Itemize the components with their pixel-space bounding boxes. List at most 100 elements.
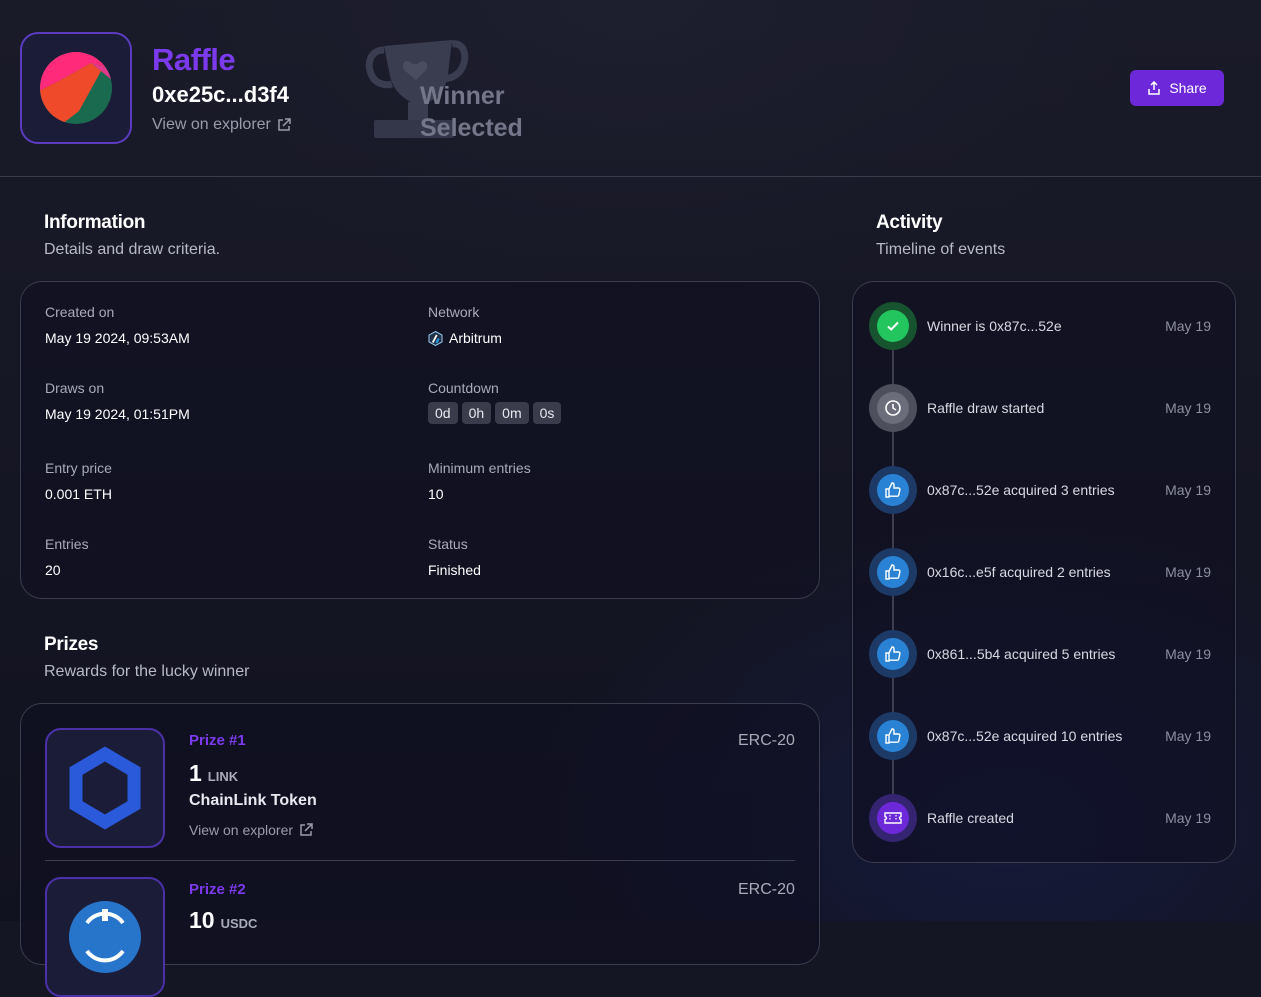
timeline-event: Winner is 0x87c...52e May 19	[869, 302, 1211, 350]
timeline-event: Raffle created May 19	[869, 794, 1211, 842]
information-subtitle: Details and draw criteria.	[44, 241, 221, 258]
entry-price-field: Entry price 0.001 ETH	[45, 460, 112, 502]
usdc-icon	[69, 901, 141, 973]
entry-price-label: Entry price	[45, 460, 112, 476]
activity-title: Activity	[876, 212, 943, 233]
event-text: Raffle draw started	[927, 400, 1045, 416]
status-value: Finished	[428, 562, 481, 578]
event-date: May 19	[1165, 646, 1211, 662]
countdown-label: Countdown	[428, 380, 499, 396]
event-icon-ring	[869, 712, 917, 760]
minimum-entries-value: 10	[428, 486, 444, 502]
prize-1-unit: LINK	[207, 769, 239, 784]
draws-on-value: May 19 2024, 01:51PM	[45, 406, 190, 422]
prize-2-number: Prize #2	[189, 881, 246, 898]
raffle-logo	[20, 32, 132, 144]
prize-divider	[45, 860, 795, 861]
prizes-subtitle: Rewards for the lucky winner	[44, 663, 250, 680]
entries-field: Entries 20	[45, 536, 89, 578]
status-field: Status Finished	[428, 536, 481, 578]
network-field: Network Arbitrum	[428, 304, 502, 346]
clock-icon	[877, 392, 909, 424]
event-icon-ring	[869, 302, 917, 350]
prize-1-amount: 1 LINK	[189, 760, 238, 787]
event-date: May 19	[1165, 318, 1211, 334]
prize-2-amount-value: 10	[189, 907, 215, 933]
page-title: Raffle	[152, 42, 236, 77]
prize-2-token-logo	[45, 877, 165, 997]
prize-1-name: ChainLink Token	[189, 792, 317, 809]
timeline-event: 0x87c...52e acquired 10 entries May 19	[869, 712, 1211, 760]
status-label: Status	[428, 536, 468, 552]
countdown-minutes: 0m	[495, 402, 529, 424]
event-icon-ring	[869, 548, 917, 596]
prize-2-type: ERC-20	[738, 881, 795, 898]
prize-1-amount-value: 1	[189, 760, 202, 786]
external-link-icon	[300, 823, 313, 836]
event-date: May 19	[1165, 564, 1211, 580]
created-on-field: Created on May 19 2024, 09:53AM	[45, 304, 190, 346]
countdown-hours: 0h	[461, 402, 492, 424]
thumbs-up-icon	[877, 474, 909, 506]
timeline-event: 0x87c...52e acquired 3 entries May 19	[869, 466, 1211, 514]
ticket-icon	[877, 802, 909, 834]
draws-on-label: Draws on	[45, 380, 105, 396]
winner-selected-badge: Winner Selected	[364, 34, 534, 144]
network-label: Network	[428, 304, 480, 320]
event-date: May 19	[1165, 482, 1211, 498]
event-date: May 19	[1165, 728, 1211, 744]
network-name: Arbitrum	[449, 330, 502, 346]
event-text: Raffle created	[927, 810, 1014, 826]
thumbs-up-icon	[877, 638, 909, 670]
network-value: Arbitrum	[428, 330, 502, 346]
event-text: 0x87c...52e acquired 10 entries	[927, 728, 1123, 744]
timeline-event: 0x861...5b4 acquired 5 entries May 19	[869, 630, 1211, 678]
check-icon	[877, 310, 909, 342]
countdown-seconds: 0s	[532, 402, 562, 424]
minimum-entries-field: Minimum entries 10	[428, 460, 531, 502]
explorer-link-label: View on explorer	[152, 116, 271, 133]
view-on-explorer-link[interactable]: View on explorer	[152, 116, 291, 134]
thumbs-up-icon	[877, 556, 909, 588]
prize-1-number: Prize #1	[189, 732, 246, 749]
external-link-icon	[278, 118, 291, 131]
prize-2-unit: USDC	[220, 916, 258, 931]
prize-1-explorer-label: View on explorer	[189, 822, 294, 838]
event-date: May 19	[1165, 400, 1211, 416]
chainlink-icon	[69, 746, 141, 830]
entries-label: Entries	[45, 536, 89, 552]
information-card: Created on May 19 2024, 09:53AM Network …	[20, 281, 820, 599]
prize-1-token-logo	[45, 728, 165, 848]
event-icon-ring	[869, 794, 917, 842]
entries-value: 20	[45, 562, 61, 578]
event-text: 0x16c...e5f acquired 2 entries	[927, 564, 1111, 580]
draws-on-field: Draws on May 19 2024, 01:51PM	[45, 380, 190, 422]
information-title: Information	[44, 212, 146, 233]
prize-1-explorer-link[interactable]: View on explorer	[189, 822, 313, 838]
entry-price-value: 0.001 ETH	[45, 486, 112, 502]
badge-line-1: Winner	[420, 82, 505, 110]
raffle-avatar-icon	[40, 52, 112, 124]
prize-1-type: ERC-20	[738, 732, 795, 749]
created-on-value: May 19 2024, 09:53AM	[45, 330, 190, 346]
event-text: 0x87c...52e acquired 3 entries	[927, 482, 1115, 498]
thumbs-up-icon	[877, 720, 909, 752]
event-icon-ring	[869, 630, 917, 678]
arbitrum-icon	[428, 330, 443, 346]
event-date: May 19	[1165, 810, 1211, 826]
event-icon-ring	[869, 384, 917, 432]
prizes-title: Prizes	[44, 634, 99, 655]
countdown-days: 0d	[428, 402, 458, 424]
share-button-label: Share	[1169, 80, 1207, 96]
timeline-event: Raffle draw started May 19	[869, 384, 1211, 432]
timeline-event: 0x16c...e5f acquired 2 entries May 19	[869, 548, 1211, 596]
event-text: Winner is 0x87c...52e	[927, 318, 1062, 334]
page-header: Raffle 0xe25c...d3f4 View on explorer Wi…	[0, 0, 1261, 177]
activity-subtitle: Timeline of events	[876, 241, 1006, 258]
event-text: 0x861...5b4 acquired 5 entries	[927, 646, 1116, 662]
countdown-timer: 0d 0h 0m 0s	[428, 402, 565, 424]
created-on-label: Created on	[45, 304, 115, 320]
share-button[interactable]: Share	[1130, 70, 1224, 106]
badge-line-2: Selected	[420, 114, 523, 142]
minimum-entries-label: Minimum entries	[428, 460, 531, 476]
